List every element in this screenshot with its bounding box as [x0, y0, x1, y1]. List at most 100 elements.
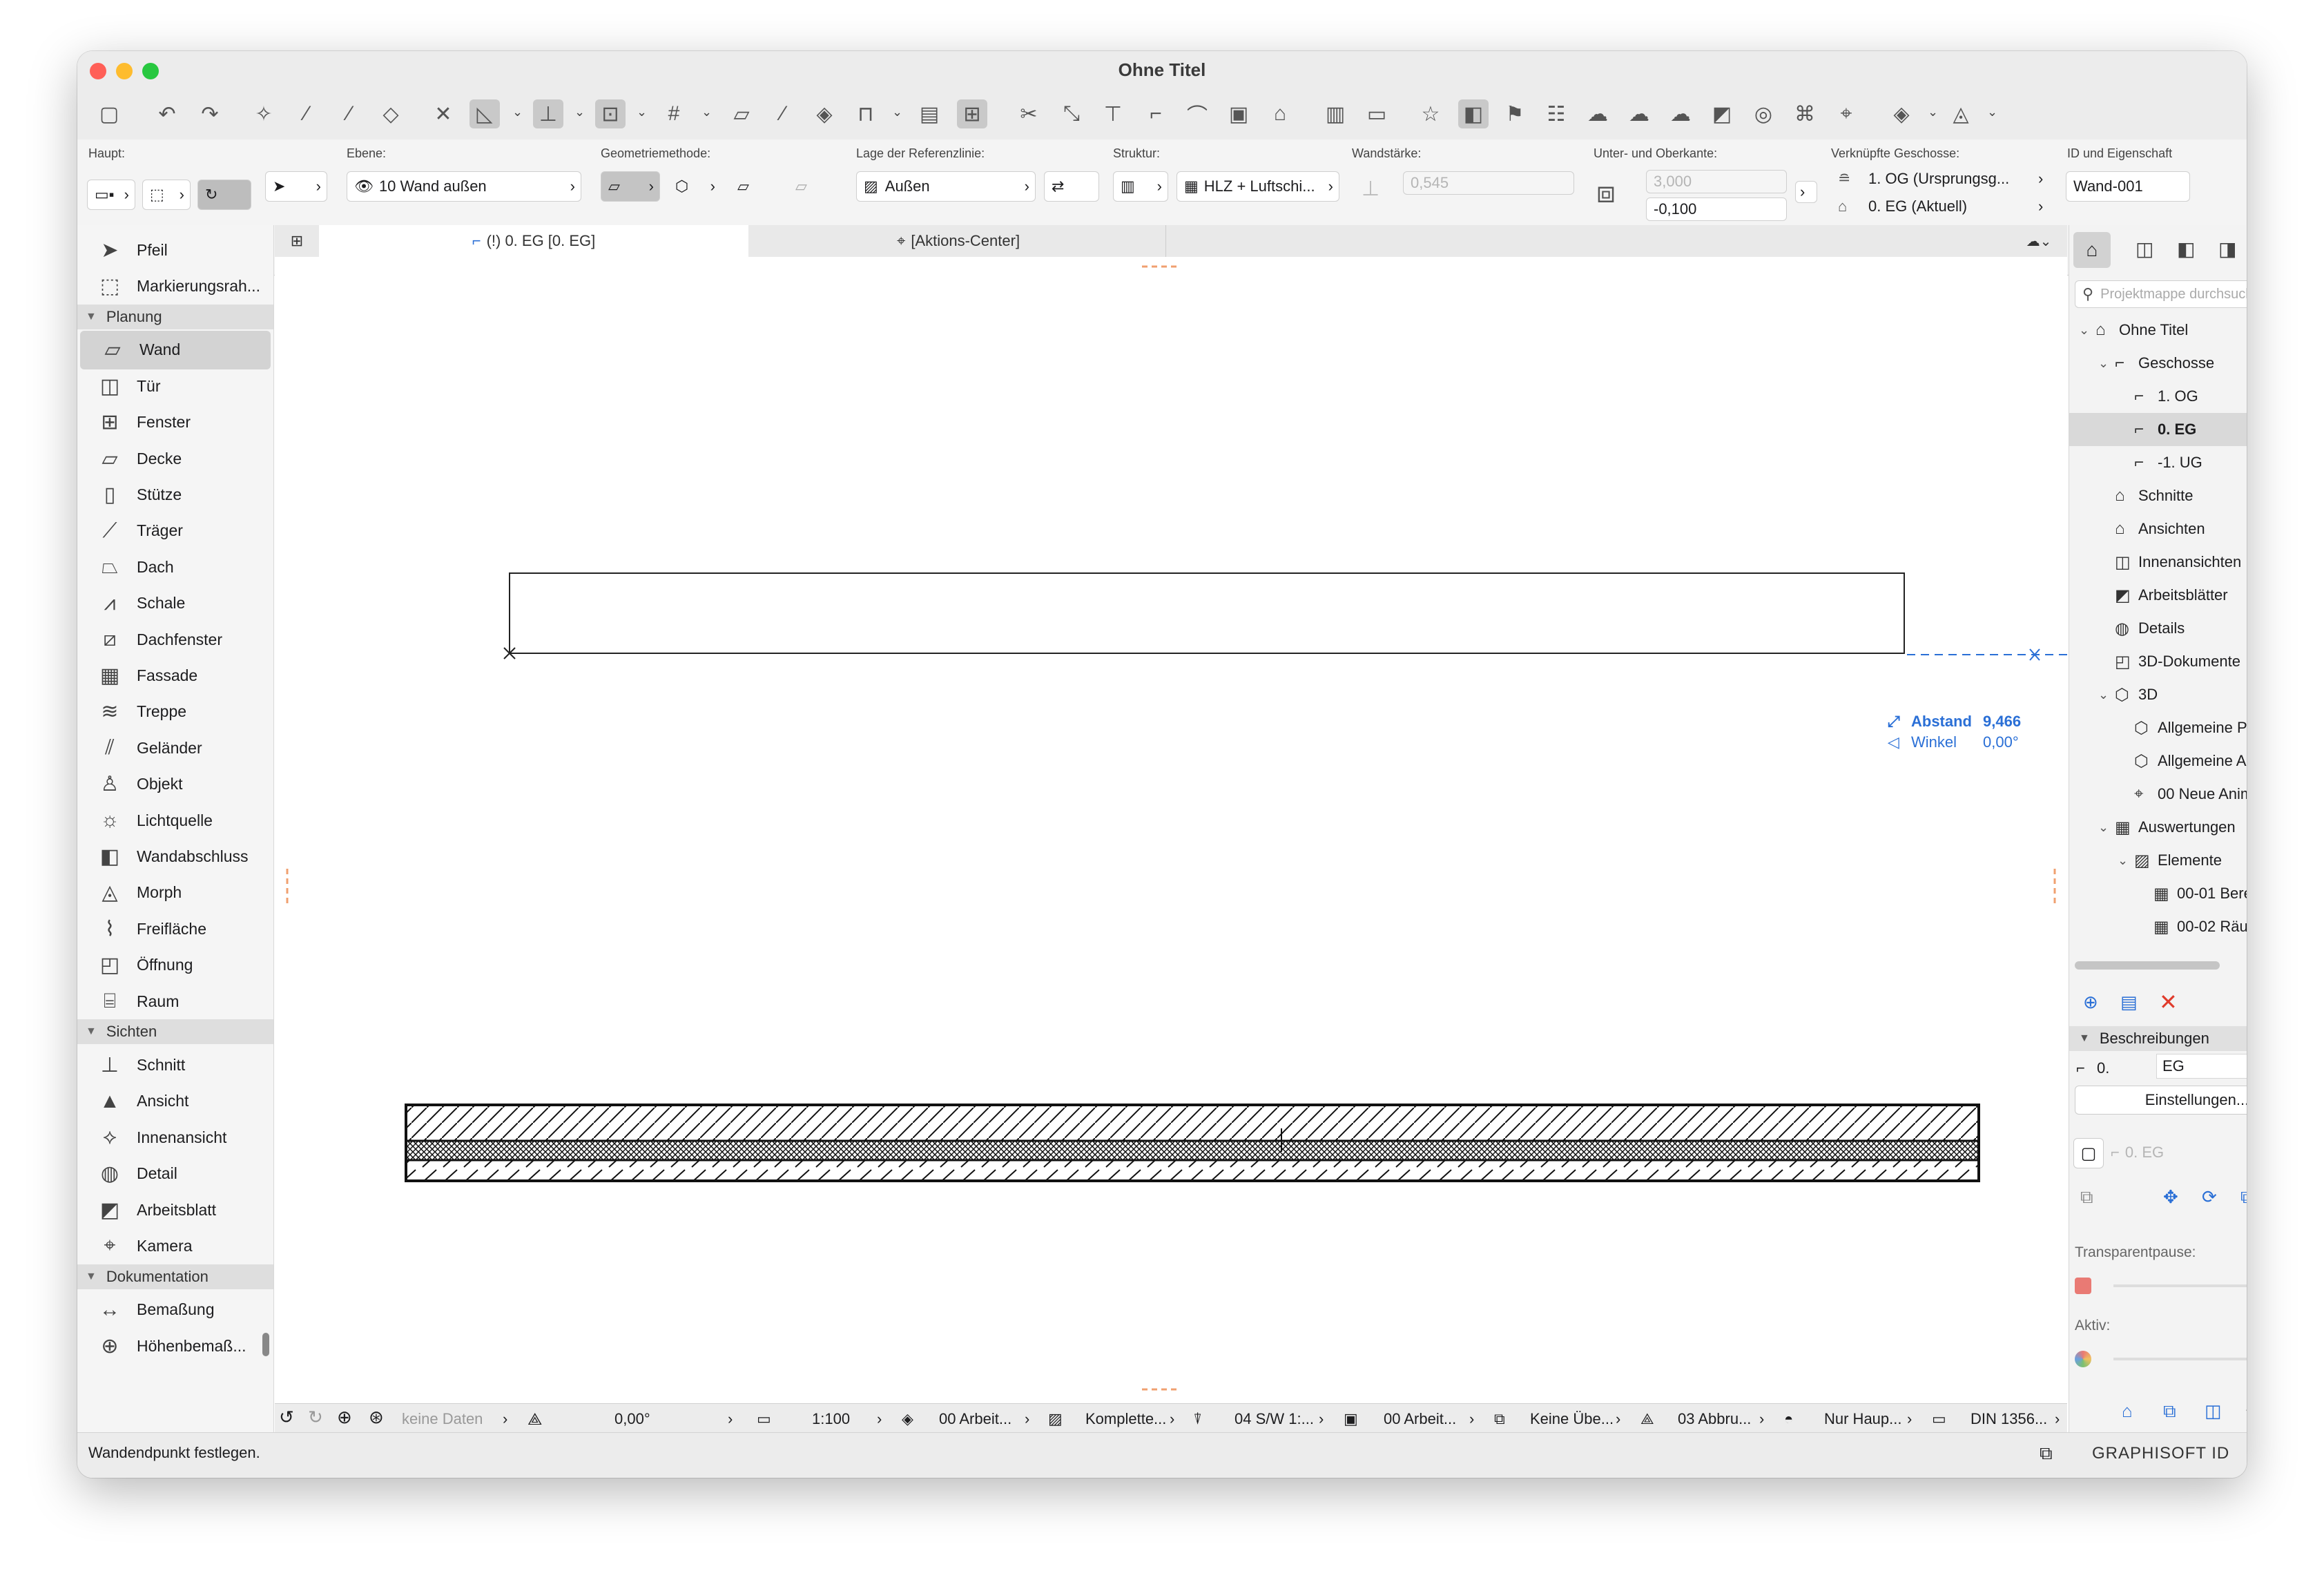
toolbox-scrollbar[interactable] [262, 1333, 269, 1356]
rotate-mode-button[interactable]: ↻ [197, 180, 251, 210]
tree-item[interactable]: ⌂ Ansichten [2069, 512, 2247, 546]
renovation-icon[interactable]: ⟁ [1640, 1410, 1654, 1428]
tab-overview-grid-icon[interactable]: ⊞ [275, 225, 319, 257]
tree-item[interactable]: ◰ 3D-Dokumente [2069, 645, 2247, 678]
tool-raum[interactable]: ⌸ Raum [77, 982, 273, 1021]
adjust-icon[interactable]: ⤡ [1056, 99, 1087, 128]
eraser-icon[interactable]: ◈ [809, 99, 840, 128]
tool-fenster[interactable]: ⊞ Fenster [77, 403, 273, 442]
move-icon[interactable]: ✥ [2163, 1186, 2178, 1208]
section-icon[interactable]: ▥ [1320, 99, 1350, 128]
tracing-swap-icon[interactable]: ⧉ [2163, 1400, 2176, 1423]
tracing-compare-icon[interactable]: ◫ [2205, 1400, 2222, 1422]
status-norm[interactable]: DIN 1356... [1970, 1410, 2047, 1428]
chevron-down-icon[interactable]: ⌄ [2098, 688, 2115, 702]
tool-wand[interactable]: ▱ Wand [80, 330, 271, 369]
navigator-search-field[interactable]: ⚲ Projektmappe durchsuch [2075, 280, 2247, 308]
snap-guides-icon[interactable]: ⊥ [533, 99, 563, 128]
model-3d-icon[interactable]: ◎ [1748, 99, 1779, 128]
offset-icon[interactable]: ⊤ [1098, 99, 1128, 128]
chevron-down-icon[interactable]: ⌄ [512, 105, 523, 119]
selection-mode-button[interactable]: ▭▪ › [87, 180, 135, 210]
tool-tür[interactable]: ◫ Tür [77, 367, 273, 405]
transparent-slider[interactable] [2113, 1284, 2247, 1287]
tool-wandabschluss[interactable]: ◧ Wandabschluss [77, 837, 273, 876]
chevron-down-icon[interactable]: ⌄ [2098, 820, 2115, 835]
beschreibungen-header[interactable]: ▼ Beschreibungen [2069, 1026, 2247, 1051]
tree-item[interactable]: ▦ 00-02 Räume - F [2069, 910, 2247, 943]
tree-horizontal-scrollbar[interactable] [2075, 961, 2220, 970]
tool-morph[interactable]: ◬ Morph [77, 874, 273, 912]
layout-book-icon[interactable]: ▤ [914, 99, 945, 128]
tree-item[interactable]: ⌐ 0. EG [2069, 413, 2247, 446]
parallel-icon[interactable]: ▱ [726, 99, 757, 128]
split-icon[interactable]: ✂ [1014, 99, 1044, 128]
corner-icon[interactable]: ⌐ [1141, 99, 1171, 128]
chevron-right-icon[interactable]: › [1759, 1410, 1764, 1428]
layers-icon[interactable]: ◧ [1458, 99, 1489, 128]
tool-schnitt[interactable]: ⊥ Schnitt [77, 1046, 273, 1084]
view-map-icon[interactable]: ◫ [2136, 238, 2153, 260]
toolbox-group-0[interactable]: ▼ Planung [77, 304, 273, 329]
project-map-icon[interactable]: ⌂ [2073, 232, 2111, 268]
pen-icon[interactable]: ⁄ [768, 99, 798, 128]
tool-öffnung[interactable]: ◰ Öffnung [77, 946, 273, 985]
clone-icon[interactable]: ⧉ [2080, 1186, 2093, 1208]
tool-bemaßung[interactable]: ↔ Bemaßung [77, 1291, 273, 1329]
drawing-icon[interactable]: ◩ [1707, 99, 1737, 128]
tool-pfeil[interactable]: ➤ Pfeil [77, 231, 273, 269]
height-more-button[interactable]: › [1795, 181, 1817, 203]
publisher-icon[interactable]: ◨ [2218, 238, 2236, 260]
chevron-right-icon[interactable]: › [1025, 1410, 1029, 1428]
chevron-down-icon[interactable]: ⌄ [2098, 356, 2115, 371]
chevron-right-icon[interactable]: › [728, 1410, 733, 1428]
chevron-right-icon[interactable]: › [1170, 1410, 1174, 1428]
orientation-icon[interactable]: ⟁ [527, 1410, 542, 1429]
render-icon[interactable]: ⌘ [1790, 99, 1820, 128]
scale-icon[interactable]: ▭ [757, 1410, 771, 1428]
teamwork-icon[interactable]: ◈ [1886, 99, 1917, 128]
chevron-down-icon[interactable]: ⌄ [1928, 105, 1938, 119]
bimcloud-icon[interactable]: ◬ [1946, 99, 1976, 128]
toolbox-group-1[interactable]: ▼ Sichten [77, 1019, 273, 1045]
grid-snap-icon[interactable]: # [659, 99, 689, 128]
structure-display-icon[interactable]: ▨ [1048, 1410, 1063, 1428]
einstellungen-button[interactable]: Einstellungen... [2075, 1086, 2247, 1115]
guide-lines-icon[interactable]: ◺ [469, 99, 500, 128]
flag-icon[interactable]: ⚑ [1500, 99, 1530, 128]
tree-item[interactable]: ◍ Details [2069, 612, 2247, 645]
tree-item[interactable]: ⬡ Allgemeine Axonom [2069, 744, 2247, 778]
tool-dach[interactable]: ⏢ Dach [77, 548, 273, 586]
layer-select[interactable]: 👁 10 Wand außen › [347, 171, 581, 202]
structure-filter-icon[interactable]: ◓ [1784, 1410, 1793, 1428]
tool-markierungsrah[interactable]: ⬚ Markierungsrah... [77, 267, 273, 305]
home-story-value[interactable]: 0. EG (Aktuell) [1868, 198, 1967, 215]
chevron-down-icon[interactable]: ⌄ [701, 105, 712, 119]
status-massstab[interactable]: 1:100 [812, 1410, 850, 1428]
pen-set-icon[interactable]: ⍒ [1193, 1410, 1202, 1428]
tree-item[interactable]: ⬡ Allgemeine Perspek [2069, 711, 2247, 744]
layout-book-nav-icon[interactable]: ◧ [2177, 238, 2195, 260]
syringe-icon[interactable]: ⁄ [334, 99, 365, 128]
view-toggle-icon[interactable]: ▢ [2073, 1138, 2104, 1168]
fit-window-icon[interactable]: ⊛ [369, 1407, 384, 1428]
pipette-icon[interactable]: ⁄ [291, 99, 322, 128]
chevron-right-icon[interactable]: › [1616, 1410, 1620, 1428]
tracing-color-swatch[interactable] [2075, 1278, 2091, 1294]
tool-geländer[interactable]: ⫽ Geländer [77, 729, 273, 767]
chevron-right-icon[interactable]: › [1907, 1410, 1912, 1428]
marquee-mode-button[interactable]: ⬚ › [142, 180, 191, 210]
tool-objekt[interactable]: ♙ Objekt [77, 765, 273, 804]
redo-zoom-icon[interactable]: ↻ [308, 1407, 323, 1428]
delete-icon[interactable]: ✕ [2159, 989, 2178, 1015]
top-story-value[interactable]: 1. OG (Ursprungsg... [1868, 170, 2009, 188]
tool-freifläche[interactable]: ⌇ Freifläche [77, 909, 273, 948]
tool-lichtquelle[interactable]: ☼ Lichtquelle [77, 801, 273, 840]
tree-item[interactable]: ◫ Innenansichten [2069, 546, 2247, 579]
tool-kamera[interactable]: ⌖ Kamera [77, 1226, 273, 1265]
favorites-star-icon[interactable]: ☆ [1415, 99, 1446, 128]
tree-item[interactable]: ◩ Arbeitsblätter [2069, 579, 2247, 612]
window-layout-icon[interactable]: ⧉ [2040, 1443, 2053, 1465]
tool-dachfenster[interactable]: ⧄ Dachfenster [77, 620, 273, 659]
tree-item[interactable]: ▦ 00-01 Berechnu [2069, 877, 2247, 910]
